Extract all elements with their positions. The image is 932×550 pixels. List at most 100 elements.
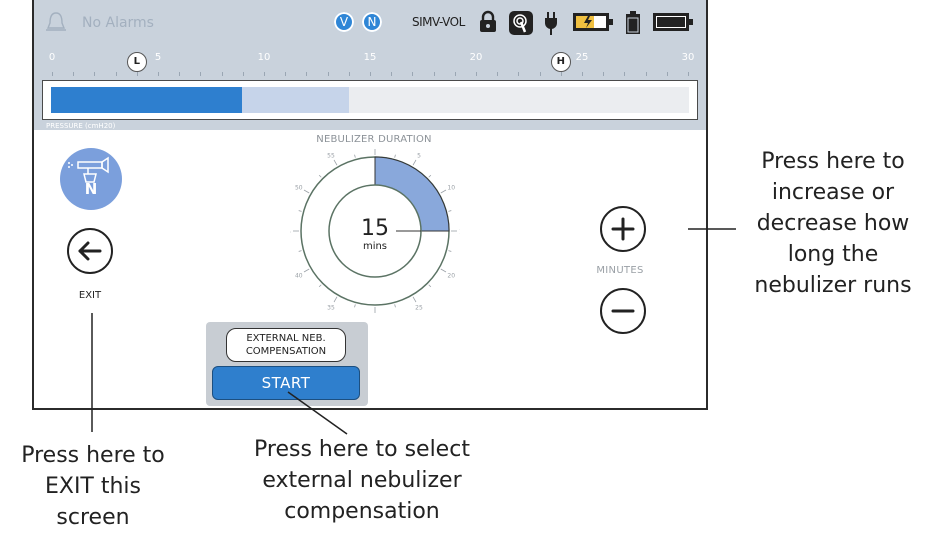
pressure-axis-label: PRESSURE (cmH20) [46, 122, 116, 130]
callout-exit-line: Press here to [21, 443, 165, 468]
external-battery-icon [653, 13, 693, 31]
pressure-tick [158, 72, 159, 76]
pressure-tick [645, 72, 647, 76]
dial-tick [354, 154, 356, 158]
decrease-minutes-button[interactable] [600, 288, 646, 334]
pressure-tick [285, 72, 287, 76]
dial-title: NEBULIZER DURATION [316, 134, 432, 145]
increase-minutes-button[interactable] [600, 206, 646, 252]
dial-tick-label: 15 [459, 229, 460, 236]
dial-tick [354, 304, 356, 308]
pressure-tick [688, 72, 689, 76]
pressure-tick [454, 72, 456, 76]
dial-tick-label: 60 [371, 146, 379, 148]
dial-tick [318, 174, 322, 178]
pressure-tick [666, 72, 668, 76]
dial-tick [448, 250, 452, 252]
pressure-tick [624, 72, 626, 76]
start-button[interactable]: START [212, 366, 360, 400]
alarm-status-text[interactable]: No Alarms [82, 15, 154, 31]
pressure-tick [94, 72, 96, 76]
dial-tick-label: 40 [295, 273, 303, 280]
comp-button-line1: EXTERNAL NEB. [246, 333, 326, 344]
callout-exit: Press here to EXIT this screen [0, 440, 186, 533]
arrow-left-icon [78, 241, 102, 261]
pressure-tick [348, 72, 350, 76]
pressure-tick-label: 5 [154, 52, 162, 63]
header-panel: No Alarms V N SIMV-VOL 0 5 10 15 20 25 3… [34, 0, 706, 130]
dial-tick [428, 284, 432, 288]
dial-tick [394, 304, 396, 308]
ventilation-mode: SIMV-VOL [412, 15, 465, 29]
external-neb-compensation-button[interactable]: EXTERNAL NEB. COMPENSATION [226, 328, 346, 362]
dial-tick-label: 10 [447, 185, 455, 192]
callout-exit-line: EXIT this [44, 474, 142, 499]
pressure-tick [200, 72, 202, 76]
compensation-panel: EXTERNAL NEB. COMPENSATION START [206, 322, 368, 406]
pressure-tick [370, 72, 371, 76]
exit-label: EXIT [78, 290, 102, 301]
pressure-tick [73, 72, 75, 76]
nebulizer-letter: N [84, 180, 98, 198]
pressure-scale: 0 5 10 15 20 25 30 L H [46, 52, 695, 76]
pressure-tick [264, 72, 265, 76]
callout-minutes-line: long the [787, 242, 879, 267]
dial-tick [440, 268, 447, 273]
dial-tick [394, 154, 396, 158]
dial-tick-label: 45 [290, 229, 291, 236]
callout-minutes: Press here to increase or decrease how l… [734, 146, 932, 301]
pressure-tick [136, 72, 138, 76]
pressure-tick-label: 15 [363, 52, 377, 63]
pressure-tick [179, 72, 181, 76]
dial-tick [303, 189, 310, 194]
pressure-bar-fill [51, 87, 243, 113]
plug-icon [545, 12, 557, 35]
dial-tick [303, 268, 310, 273]
duration-value: 15 [361, 216, 389, 241]
battery-charging-icon [573, 13, 613, 31]
pressure-tick [412, 72, 414, 76]
pressure-tick [327, 72, 329, 76]
callout-minutes-line: decrease how [756, 211, 910, 236]
dial-tick-label: 25 [415, 305, 423, 312]
touch-lock-icon[interactable] [508, 10, 534, 36]
low-pressure-marker[interactable]: L [126, 52, 147, 72]
status-bar: No Alarms V N SIMV-VOL [34, 0, 706, 46]
callout-start: Press here to select external nebulizer … [216, 434, 508, 527]
dial-tick [318, 284, 322, 288]
dial-tick [333, 296, 338, 303]
lock-icon [480, 10, 496, 32]
dial-tick-label: 5 [417, 152, 421, 159]
dial-tick [440, 189, 447, 194]
dial-tick [412, 159, 417, 166]
pressure-tick-label: 10 [257, 52, 271, 63]
pressure-tick [539, 72, 541, 76]
pressure-tick-label: 0 [48, 52, 56, 63]
exit-button[interactable] [67, 228, 113, 274]
pressure-tick [582, 72, 583, 76]
pressure-tick [391, 72, 393, 76]
callout-minutes-line: Press here to [761, 149, 905, 174]
pressure-tick-label: 30 [681, 52, 695, 63]
ventilator-screen: No Alarms V N SIMV-VOL 0 5 10 15 20 25 3… [32, 0, 708, 410]
pressure-bar-track [51, 87, 689, 113]
dial-tick [448, 210, 452, 212]
comp-button-line2: COMPENSATION [245, 346, 327, 357]
battery-icon [626, 11, 640, 34]
bell-icon[interactable] [44, 10, 68, 34]
callout-exit-line: screen [56, 505, 130, 530]
pressure-tick [518, 72, 520, 76]
dial-tick [412, 296, 417, 303]
pressure-tick [433, 72, 435, 76]
callout-minutes-line: increase or [771, 180, 895, 205]
mode-badge-v: V [334, 12, 354, 32]
dial-tick [298, 210, 302, 212]
minus-icon [611, 309, 635, 313]
callout-start-line: Press here to select [254, 437, 470, 462]
pressure-tick [115, 72, 117, 76]
high-pressure-marker[interactable]: H [550, 52, 571, 72]
duration-unit: mins [362, 241, 388, 252]
nebulizer-icon: N [60, 148, 122, 210]
callout-minutes-line: nebulizer runs [754, 273, 912, 298]
pressure-tick [52, 72, 53, 76]
